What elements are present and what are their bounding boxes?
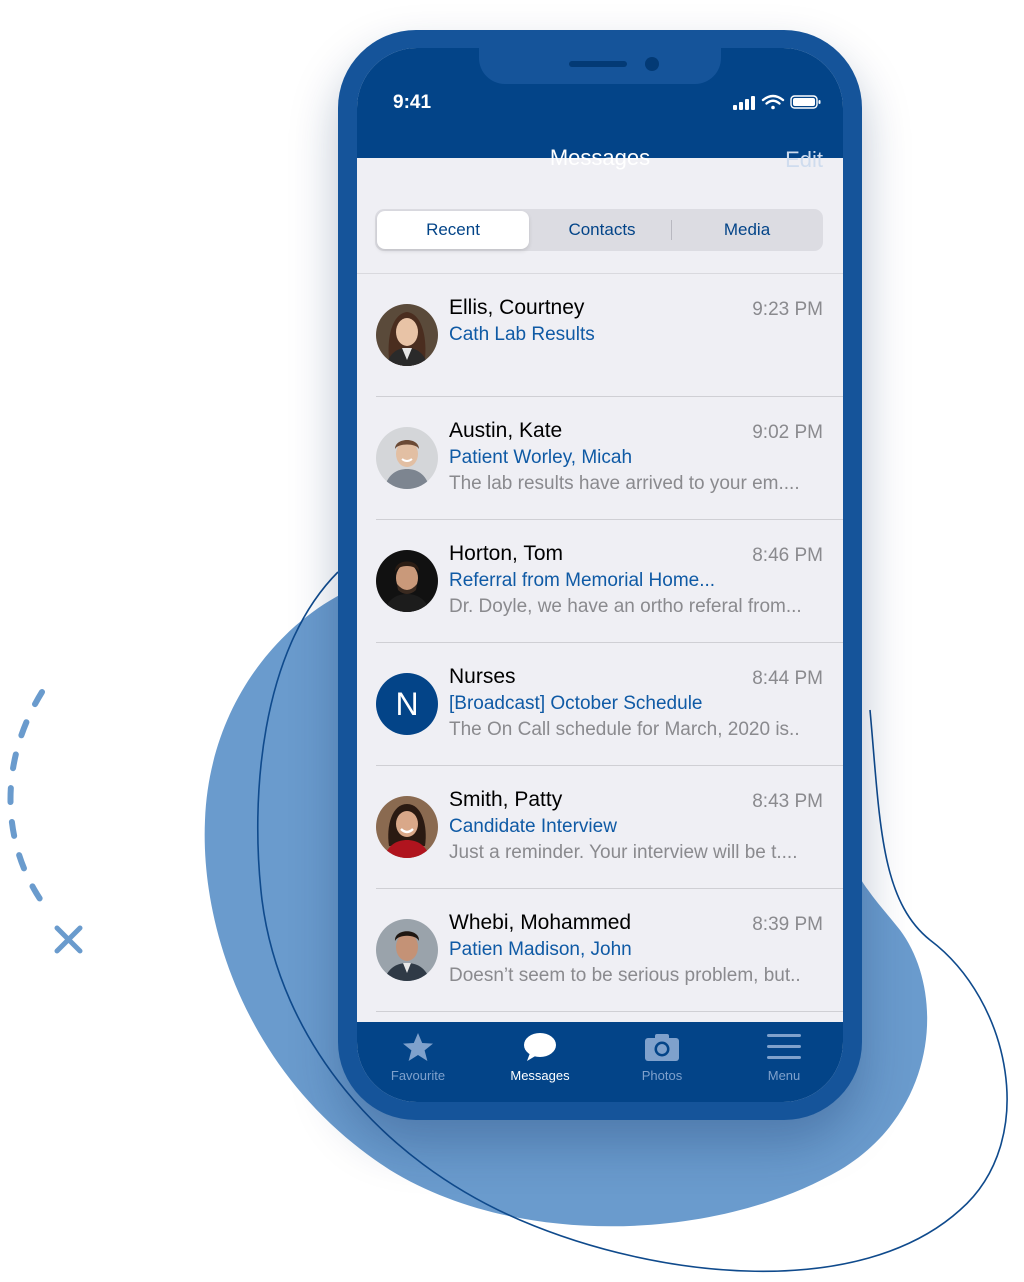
tab-label: Favourite	[390, 1068, 446, 1083]
status-time: 9:41	[393, 92, 432, 113]
tab-favourite[interactable]: Favourite	[357, 1022, 479, 1086]
sender-name: Whebi, Mohammed	[449, 911, 632, 934]
message-preview: The On Call schedule for March, 2020 is.…	[449, 719, 800, 740]
message-list: Ellis, Courtney 9:23 PM Cath Lab Results	[357, 274, 843, 1012]
segment-contacts[interactable]: Contacts	[529, 211, 675, 249]
message-subject: Patient Worley, Micah	[449, 447, 633, 468]
message-time: 8:46 PM	[752, 545, 823, 566]
message-row[interactable]: Horton, Tom 8:46 PM Referral from Memori…	[357, 520, 843, 643]
avatar	[376, 919, 438, 981]
message-subject: Referral from Memorial Home...	[449, 570, 716, 591]
front-camera	[645, 57, 659, 71]
segment-divider	[671, 220, 672, 240]
message-row[interactable]: N Nurses 8:44 PM [Broadcast] October Sch…	[357, 643, 843, 766]
message-preview: Doesn’t seem to be serious problem, but.…	[449, 965, 801, 986]
star-icon	[403, 1033, 433, 1061]
wifi-icon	[761, 94, 785, 110]
message-subject: Candidate Interview	[449, 816, 617, 837]
page-title: Messages	[549, 145, 651, 170]
message-preview: Just a reminder. Your interview will be …	[449, 842, 798, 863]
phone-screen: 9:41 Messages Edit Recent Contacts Media…	[357, 48, 843, 1102]
tab-bar: Favourite Messages Photos Menu	[357, 1022, 843, 1102]
man-portrait-icon	[376, 550, 438, 612]
notch	[479, 48, 721, 84]
message-subject: [Broadcast] October Schedule	[449, 693, 703, 714]
message-preview: Dr. Doyle, we have an ortho referal from…	[449, 596, 802, 617]
message-subject: Patien Madison, John	[449, 939, 632, 960]
man-portrait-icon	[376, 427, 438, 489]
tab-label: Photos	[641, 1068, 683, 1083]
message-row[interactable]: Smith, Patty 8:43 PM Candidate Interview…	[357, 766, 843, 889]
message-preview: The lab results have arrived to your em.…	[449, 473, 800, 494]
woman-portrait-icon	[376, 796, 438, 858]
sender-name: Ellis, Courtney	[449, 296, 585, 319]
edit-button[interactable]: Edit	[785, 147, 823, 173]
woman-portrait-icon	[376, 304, 438, 366]
man-portrait-icon	[376, 919, 438, 981]
segment-recent[interactable]: Recent	[377, 211, 529, 249]
battery-icon	[790, 95, 821, 109]
tab-label: Messages	[510, 1068, 570, 1083]
segment-area: Recent Contacts Media	[357, 188, 843, 274]
dashed-arc	[7, 689, 45, 905]
message-subject: Cath Lab Results	[449, 324, 595, 345]
sender-name: Austin, Kate	[449, 419, 563, 442]
message-time: 8:39 PM	[752, 914, 823, 935]
message-time: 9:23 PM	[752, 299, 823, 320]
message-row[interactable]: Austin, Kate 9:02 PM Patient Worley, Mic…	[357, 397, 843, 520]
navigation-bar: 9:41 Messages Edit	[357, 48, 843, 172]
message-time: 8:43 PM	[752, 791, 823, 812]
segment-media[interactable]: Media	[673, 211, 821, 249]
avatar	[376, 304, 438, 366]
status-icons	[733, 94, 821, 110]
speaker-grille	[569, 61, 627, 67]
phone-frame: 9:41 Messages Edit Recent Contacts Media…	[338, 30, 862, 1120]
row-divider	[376, 1011, 843, 1012]
avatar	[376, 796, 438, 858]
avatar	[376, 427, 438, 489]
sender-name: Horton, Tom	[449, 542, 563, 565]
message-row[interactable]: Ellis, Courtney 9:23 PM Cath Lab Results	[357, 274, 843, 397]
sender-name: Smith, Patty	[449, 788, 563, 811]
camera-icon	[645, 1034, 679, 1061]
tab-menu[interactable]: Menu	[723, 1022, 843, 1086]
sender-name: Nurses	[449, 665, 516, 688]
tab-photos[interactable]: Photos	[601, 1022, 723, 1086]
tab-label: Menu	[767, 1068, 801, 1083]
signal-icon	[733, 96, 755, 110]
hamburger-menu-icon	[767, 1034, 801, 1059]
initial-avatar: N	[376, 673, 438, 735]
message-time: 8:44 PM	[752, 668, 823, 689]
message-row[interactable]: Whebi, Mohammed 8:39 PM Patien Madison, …	[357, 889, 843, 1012]
segmented-control: Recent Contacts Media	[375, 209, 823, 251]
speech-bubble-icon	[524, 1033, 556, 1061]
tab-messages[interactable]: Messages	[479, 1022, 601, 1086]
avatar	[376, 550, 438, 612]
message-time: 9:02 PM	[752, 422, 823, 443]
cross-icon	[54, 925, 83, 954]
